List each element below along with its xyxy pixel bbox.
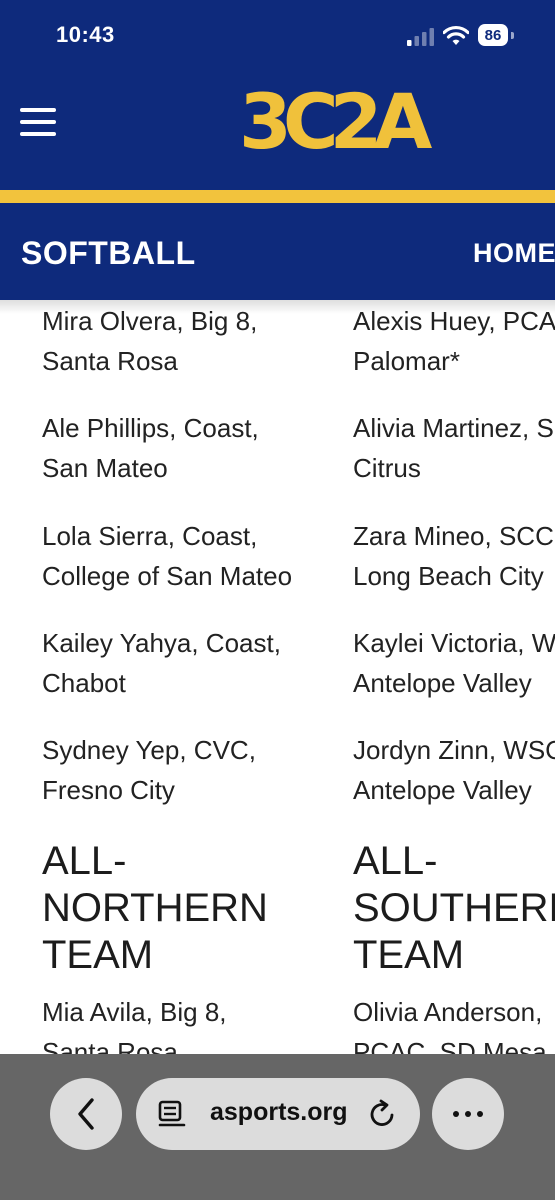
team-heading: ALL-SOUTHERNTEAM <box>353 839 555 977</box>
player-entry: Ale Phillips, Coast, San Mateo <box>42 413 259 483</box>
player-entry: Kaylei Victoria, WSC,Antelope Valley <box>353 628 555 698</box>
player-entry: Mia Avila, Big 8, Santa Rosa <box>42 997 227 1054</box>
player-entry: Zara Mineo, SCC, Long Beach City <box>353 521 555 591</box>
battery-level: 86 <box>478 24 508 46</box>
nav-home-link[interactable]: HOME <box>473 238 555 269</box>
address-bar[interactable]: asports.org <box>136 1078 420 1150</box>
player-entry: Lola Sierra, Coast, College of San Mateo <box>42 521 293 591</box>
player-entry: Kailey Yahya, Coast, Chabot <box>42 628 281 698</box>
team-heading: ALL- NORTHERN TEAM <box>42 839 268 977</box>
reader-mode-icon[interactable] <box>158 1100 188 1128</box>
player-entry: Olivia Anderson, PCAC, SD Mesa <box>353 997 547 1054</box>
article-content: Mira Olvera, Big 8, Santa Rosa Ale Philli… <box>0 300 555 1054</box>
cellular-signal-icon <box>407 28 434 46</box>
battery-indicator: 86 <box>478 24 516 48</box>
section-nav-bar: SOFTBALL HOME <box>0 203 555 300</box>
status-time: 10:43 <box>56 22 115 47</box>
player-entry: Sydney Yep, CVC, Fresno City <box>42 735 256 805</box>
player-entry: Jordyn Zinn, WSC, Antelope Valley <box>353 735 555 805</box>
section-title[interactable]: SOFTBALL <box>21 235 196 272</box>
site-header: 10:43 86 3C2A <box>0 0 555 190</box>
site-logo[interactable]: 3C2A <box>239 82 439 162</box>
wifi-icon <box>443 25 469 45</box>
reload-icon[interactable] <box>368 1099 398 1129</box>
chevron-left-icon <box>78 1098 94 1130</box>
gold-divider-stripe <box>0 190 555 203</box>
hamburger-menu-icon[interactable] <box>20 106 58 138</box>
more-horizontal-icon <box>450 1111 486 1117</box>
back-button[interactable] <box>50 1078 122 1150</box>
player-entry: Alivia Martinez, SCC,Citrus <box>353 413 555 483</box>
url-text: asports.org <box>210 1098 348 1126</box>
more-options-button[interactable] <box>432 1078 504 1150</box>
